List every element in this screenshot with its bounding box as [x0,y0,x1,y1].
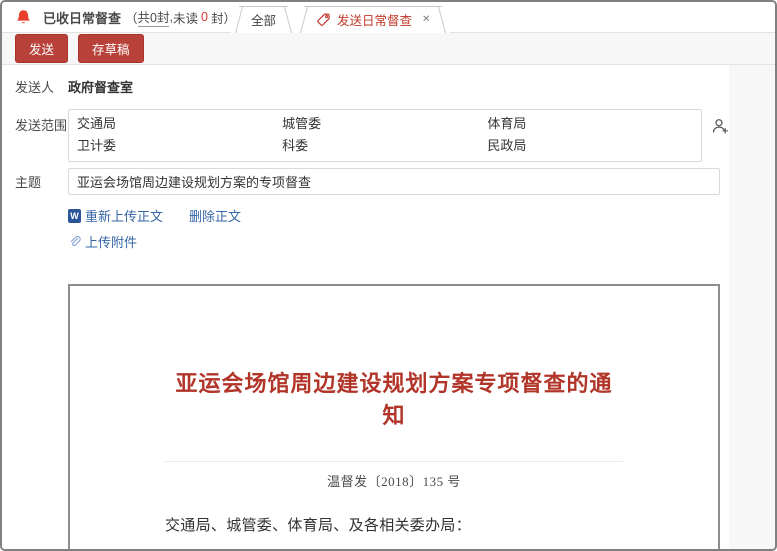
delete-body-label: 删除正文 [189,206,241,225]
subject-row: 主题 [2,168,729,195]
send-button[interactable]: 发送 [15,34,68,63]
word-doc-icon: W [68,209,81,223]
document-divider [165,461,623,462]
document-salutation: 交通局、城管委、体育局、及各相关委办局： [165,514,623,535]
right-gutter [729,65,775,550]
page-title: 已收日常督查 [43,8,121,27]
scope-label: 发送范围 [15,109,68,162]
mail-count: （ 共0封 , 未读 0 封） [125,7,236,27]
tab-send-label: 发送日常督查 [337,10,412,29]
sender-row: 发送人 政府督查室 [2,77,729,96]
tab-all-label: 全部 [251,10,276,29]
recipient-item: 科委 [282,135,487,156]
reupload-body-label: 重新上传正文 [85,206,163,225]
recipients-field[interactable]: 交通局 城管委 体育局 卫计委 科委 民政局 [68,109,702,162]
recipient-item: 卫计委 [77,135,282,156]
subject-label: 主题 [15,172,68,191]
header-bar: 已收日常督查 （ 共0封 , 未读 0 封） 全部 发送日常督查 ✕ [2,2,775,33]
document-number: 温督发〔2018〕135 号 [165,471,623,490]
tab-send-daily-supervision[interactable]: 发送日常督查 ✕ [296,6,450,33]
recipient-item: 城管委 [282,113,487,134]
sender-label: 发送人 [15,77,68,96]
delete-body-link[interactable]: 删除正文 [189,206,241,225]
reupload-body-link[interactable]: W 重新上传正文 [68,206,163,225]
body-actions-row: W 重新上传正文 删除正文 [68,206,729,225]
sender-value: 政府督查室 [68,77,133,96]
total-count-link[interactable]: 共0封 [138,7,170,27]
mail-window: 已收日常督查 （ 共0封 , 未读 0 封） 全部 发送日常督查 ✕ 发 [0,0,777,551]
recipient-item: 体育局 [487,113,692,134]
tab-close-icon[interactable]: ✕ [422,14,430,25]
document-page: 亚运会场馆周边建设规划方案专项督查的通知 温督发〔2018〕135 号 交通局、… [70,286,718,550]
main-area: 发送人 政府督查室 发送范围 交通局 城管委 体育局 卫计委 科委 民政局 [2,65,775,550]
attachment-row: 上传附件 [68,232,729,251]
document-title: 亚运会场馆周边建设规划方案专项督查的通知 [165,366,623,430]
upload-attachment-label: 上传附件 [85,232,137,251]
unread-count: 0 [201,10,208,24]
subject-input[interactable] [68,168,720,195]
upload-attachment-link[interactable]: 上传附件 [68,232,137,251]
bell-icon [15,9,32,26]
toolbar: 发送 存草稿 [2,33,775,65]
scope-row: 发送范围 交通局 城管委 体育局 卫计委 科委 民政局 [2,109,729,162]
tab-bar: 全部 发送日常督查 ✕ [231,6,450,33]
unread-label: 未读 [173,8,198,27]
save-draft-button[interactable]: 存草稿 [78,34,144,63]
count-open: （ [125,8,138,27]
document-preview[interactable]: 亚运会场馆周边建设规划方案专项督查的通知 温督发〔2018〕135 号 交通局、… [68,284,720,550]
recipient-item: 交通局 [77,113,282,134]
compose-form: 发送人 政府督查室 发送范围 交通局 城管委 体育局 卫计委 科委 民政局 [2,65,729,550]
paperclip-icon [68,235,81,248]
add-recipient-icon[interactable] [711,117,729,136]
tab-all[interactable]: 全部 [231,6,296,33]
tag-icon [316,12,331,27]
recipient-item: 民政局 [487,135,692,156]
